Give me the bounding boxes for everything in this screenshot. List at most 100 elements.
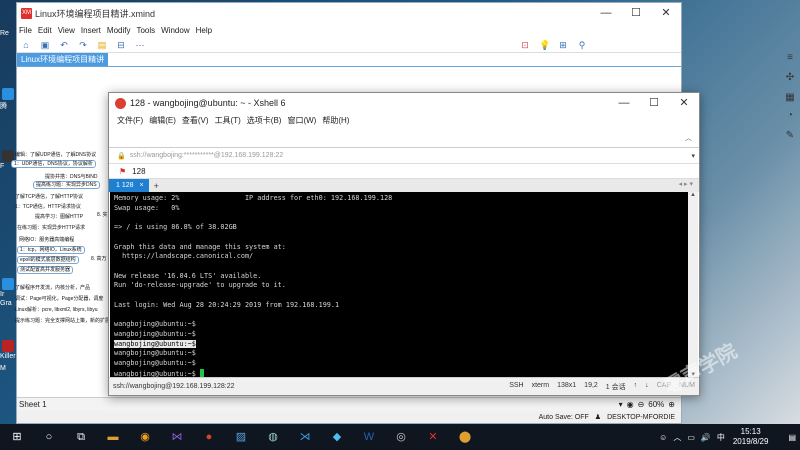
menu-view[interactable]: 查看(V) (182, 115, 209, 126)
mindmap-node[interactable]: 了解TCP通信，了解HTTP协议 (15, 193, 83, 200)
view-icon[interactable]: ⊞ (558, 40, 568, 50)
mindmap-node[interactable]: 测试配置高并发服务器 (17, 266, 74, 274)
mindmap-node[interactable]: 1：UDP通信，DNS协议，协议解析 (11, 160, 96, 168)
autosave-status[interactable]: Auto Save: OFF (539, 414, 589, 421)
mindmap-node[interactable]: 网络IO：服务器高端编程 (19, 236, 74, 243)
mindmap-node[interactable]: 提协并搭：DNS与BIND (45, 173, 98, 180)
mindmap-node[interactable]: 在练习题：实现异步HTTP请求 (17, 224, 85, 231)
desktop-icon[interactable]: M (0, 365, 16, 372)
app-icon[interactable]: ⬤ (456, 430, 474, 444)
mindmap-node[interactable]: 1：tcp，网络IO，Linux系统 (17, 246, 85, 254)
menu-edit[interactable]: 编辑(E) (149, 115, 176, 126)
collapse-icon[interactable]: ︿ (685, 133, 692, 143)
desktop-icon[interactable]: Killer (0, 340, 16, 360)
desktop-icon[interactable]: 腾 (0, 88, 16, 111)
zoom-out-icon[interactable]: ⊖ (638, 400, 645, 409)
session-name[interactable]: 128 (132, 167, 145, 176)
mindmap-node[interactable]: 调试：Page可视化，Page分配器，调度 (15, 295, 103, 302)
minimize-button[interactable]: — (609, 93, 639, 113)
scroll-up-icon[interactable]: ▲ (688, 192, 698, 198)
input-language[interactable]: 中 (717, 432, 725, 443)
save-icon[interactable]: ▣ (40, 40, 50, 50)
desktop-icon[interactable]: Re (0, 30, 16, 37)
mindmap-node[interactable]: epoll的模式底层数据结构 (17, 256, 79, 264)
vscode-icon[interactable]: ⋊ (296, 430, 314, 444)
menu-insert[interactable]: Insert (81, 26, 101, 35)
menu-help[interactable]: 帮助(H) (322, 115, 349, 126)
up-icon[interactable]: ↑ (634, 382, 638, 392)
terminal[interactable]: Memory usage: 2% IP address for eth0: 19… (110, 192, 688, 378)
undo-icon[interactable]: ↶ (59, 40, 69, 50)
mindmap-node[interactable]: 提示练习题：完全支撑网站上策，新的扩展 (15, 317, 110, 324)
menu-tabs[interactable]: 选项卡(B) (247, 115, 282, 126)
menu-modify[interactable]: Modify (107, 26, 131, 35)
menu-window[interactable]: 窗口(W) (287, 115, 316, 126)
home-icon[interactable]: ⌂ (21, 40, 31, 50)
eye-icon[interactable]: ◉ (627, 400, 634, 409)
mindmap-node[interactable]: 了解程序开发流，内核分析，产品 (15, 284, 90, 291)
minimize-button[interactable]: — (591, 3, 621, 23)
down-icon[interactable]: ↓ (645, 382, 649, 392)
task-view-icon[interactable]: ⧉ (72, 430, 90, 444)
menu-tools[interactable]: Tools (136, 26, 155, 35)
marker-icon[interactable]: ⊡ (520, 40, 530, 50)
xmind-icon[interactable]: ✕ (424, 430, 442, 444)
xshell-icon[interactable]: ● (200, 430, 218, 444)
idea-icon[interactable]: 💡 (539, 40, 550, 50)
file-explorer-icon[interactable]: ▬ (104, 430, 122, 444)
subtopic-icon[interactable]: ⊟ (116, 40, 126, 50)
visual-studio-icon[interactable]: ⋈ (168, 430, 186, 444)
filter-icon[interactable]: ▾ (619, 400, 623, 409)
people-icon[interactable]: ☺ (659, 433, 667, 442)
address-field[interactable]: ssh://wangbojing:***********@192.168.199… (130, 152, 283, 159)
panel-icon[interactable]: ✣ (784, 72, 796, 83)
menu-file[interactable]: 文件(F) (117, 115, 143, 126)
new-tab-button[interactable]: + (154, 181, 159, 191)
mindmap-node[interactable]: Linux解析：pcre, libxml2, libyrs, libyu (15, 306, 98, 313)
chevron-up-icon[interactable]: ︿ (673, 432, 681, 443)
mindmap-node[interactable]: 提高学习：图解HTTP (35, 213, 83, 220)
search-icon[interactable]: ⚲ (577, 40, 587, 50)
mindmap-node[interactable]: 提高练习题：实现异步DNS (33, 181, 100, 189)
menu-edit[interactable]: Edit (38, 26, 52, 35)
clock[interactable]: 15:13 2019/8/29 (733, 427, 769, 447)
tab-mindmap[interactable]: Linux环境编程项目精讲 (17, 53, 109, 66)
chrome-icon[interactable]: ◉ (136, 430, 154, 444)
app-icon[interactable]: ▨ (232, 430, 250, 444)
panel-icon[interactable]: ✎ (784, 130, 796, 141)
menu-file[interactable]: File (19, 26, 32, 35)
menu-tools[interactable]: 工具(T) (215, 115, 241, 126)
app-icon[interactable]: ◍ (264, 430, 282, 444)
start-icon[interactable]: ⊞ (8, 430, 26, 444)
redo-icon[interactable]: ↷ (78, 40, 88, 50)
desktop-icon[interactable]: Gra (0, 300, 16, 307)
menu-view[interactable]: View (58, 26, 75, 35)
menu-window[interactable]: Window (161, 26, 189, 35)
close-button[interactable]: ✕ (669, 93, 699, 113)
volume-icon[interactable]: 🔊 (701, 433, 711, 442)
app-icon[interactable]: ◆ (328, 430, 346, 444)
chevron-down-icon[interactable]: ▾ (691, 152, 695, 160)
close-button[interactable]: ✕ (651, 3, 681, 23)
panel-icon[interactable]: ▦ (784, 92, 796, 103)
notification-icon[interactable]: ▤ (788, 433, 796, 442)
topic-icon[interactable]: ▤ (97, 40, 107, 50)
close-tab-icon[interactable]: × (140, 182, 144, 189)
tab-nav-icon[interactable]: ◂ ▸ ▾ (679, 180, 693, 188)
panel-icon[interactable]: ◔ (784, 110, 796, 121)
more-icon[interactable]: ⋯ (135, 40, 145, 50)
menu-help[interactable]: Help (196, 26, 212, 35)
mindmap-node[interactable]: 编辑：了解UDP通信，了解DNS协议 (15, 151, 96, 158)
terminal-scrollbar[interactable]: ▲ ▼ (688, 192, 698, 378)
panel-icon[interactable]: ≡ (784, 52, 796, 63)
desktop-icon[interactable]: Ir (0, 278, 16, 298)
word-icon[interactable]: W (360, 430, 378, 444)
tab-session-128[interactable]: 1 128 × (109, 179, 149, 192)
search-icon[interactable]: ○ (40, 430, 58, 444)
maximize-button[interactable]: ☐ (621, 3, 651, 23)
maximize-button[interactable]: ☐ (639, 93, 669, 113)
app-icon[interactable]: ◎ (392, 430, 410, 444)
network-icon[interactable]: ▭ (687, 433, 695, 442)
sheet-tab[interactable]: Sheet 1 (19, 400, 47, 409)
mindmap-node[interactable]: 1：TCP通信，HTTP请求协议 (15, 203, 81, 210)
